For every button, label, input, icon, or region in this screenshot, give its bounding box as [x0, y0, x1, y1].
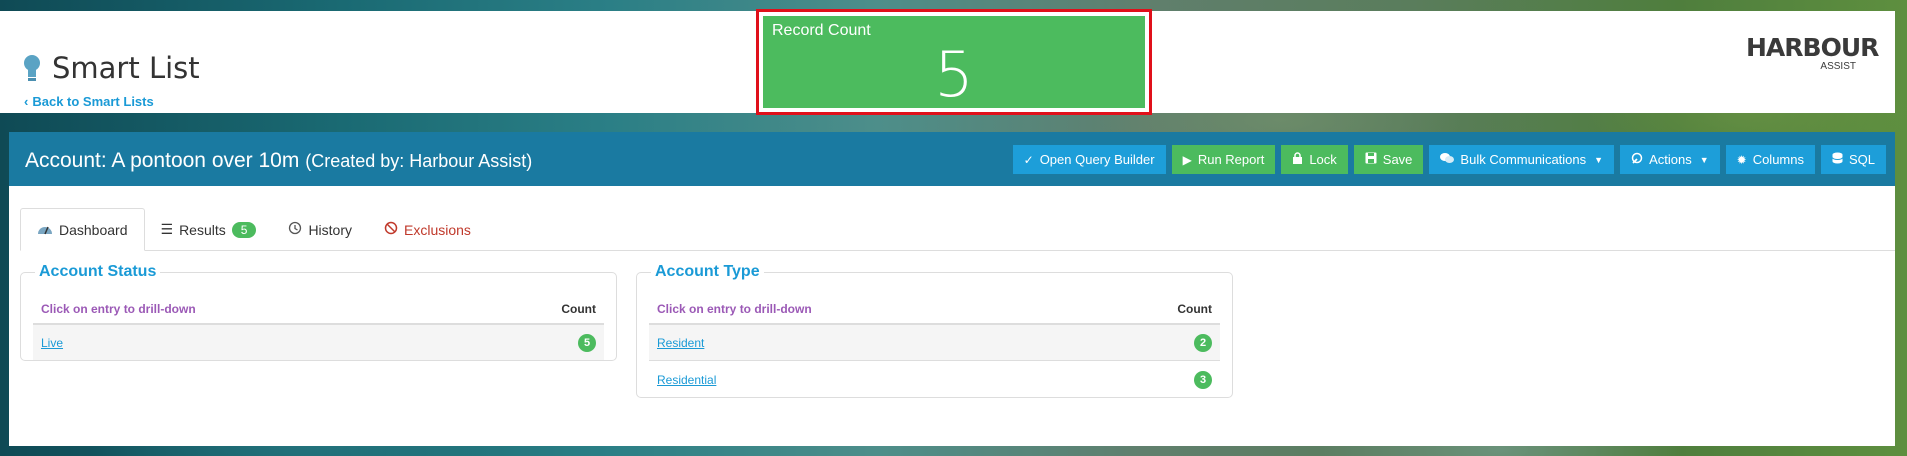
account-type-resident-link[interactable]: Resident	[657, 336, 704, 350]
harbour-assist-logo: HARBOUR ASSIST	[1746, 33, 1879, 73]
lightbulb-icon	[22, 53, 42, 83]
save-label: Save	[1382, 152, 1413, 167]
lock-icon	[1292, 152, 1303, 167]
columns-button[interactable]: ✹ Columns	[1725, 145, 1815, 174]
smart-list-panel: Account: A pontoon over 10m (Created by:…	[9, 132, 1895, 446]
sql-button[interactable]: SQL	[1820, 145, 1886, 174]
table-row: Resident 2	[649, 325, 1220, 361]
check-icon: ✓	[1023, 152, 1034, 167]
sql-label: SQL	[1848, 152, 1875, 167]
account-status-title: Account Status	[35, 263, 161, 281]
page-title: Smart List	[52, 51, 200, 85]
record-count-box: Record Count 5	[756, 9, 1152, 115]
account-status-card: Account Status Click on entry to drill-d…	[20, 263, 617, 361]
tab-history-label: History	[308, 221, 352, 238]
toolbar: ✓ Open Query Builder ▶ Run Report Lock S…	[1012, 145, 1886, 174]
tab-exclusions[interactable]: Exclusions	[368, 208, 487, 251]
tab-dashboard-label: Dashboard	[59, 221, 128, 238]
gear-icon: ✹	[1736, 152, 1747, 167]
lock-label: Lock	[1309, 152, 1337, 167]
open-query-builder-label: Open Query Builder	[1039, 152, 1155, 167]
play-icon: ▶	[1182, 152, 1192, 167]
count-header: Count	[1177, 302, 1212, 316]
bulk-communications-button[interactable]: Bulk Communications ▼	[1429, 145, 1615, 174]
count-badge: 5	[578, 333, 596, 352]
count-badge: 2	[1194, 333, 1212, 352]
run-report-button[interactable]: ▶ Run Report	[1171, 145, 1276, 174]
actions-label: Actions	[1649, 152, 1692, 167]
list-icon: ☰	[160, 221, 174, 237]
history-icon	[288, 221, 302, 238]
panel-title: Account: A pontoon over 10m (Created by:…	[25, 149, 532, 173]
table-row: Live 5	[33, 325, 604, 361]
save-button[interactable]: Save	[1353, 145, 1424, 174]
count-header: Count	[561, 302, 596, 316]
account-status-live-link[interactable]: Live	[41, 336, 63, 350]
panel-title-created-by: (Created by: Harbour Assist)	[305, 151, 533, 171]
account-status-header-row: Click on entry to drill-down Count	[33, 295, 604, 325]
account-type-header-row: Click on entry to drill-down Count	[649, 295, 1220, 325]
count-badge: 3	[1194, 370, 1212, 389]
account-type-title: Account Type	[651, 263, 764, 281]
caret-down-icon: ▼	[1594, 154, 1604, 165]
bulk-communications-label: Bulk Communications	[1460, 152, 1587, 167]
logo-main: HARBOUR	[1746, 33, 1879, 62]
back-to-smart-lists-link[interactable]: ‹ Back to Smart Lists	[24, 94, 154, 109]
back-link-label: Back to Smart Lists	[32, 94, 154, 109]
tabs-divider	[20, 250, 1895, 251]
run-report-label: Run Report	[1197, 152, 1265, 167]
record-count-inner: Record Count 5	[763, 16, 1145, 111]
drill-down-hint: Click on entry to drill-down	[657, 302, 812, 316]
record-count-value: 5	[934, 38, 974, 111]
ban-icon	[384, 221, 398, 238]
drill-down-hint: Click on entry to drill-down	[41, 302, 196, 316]
tab-bar: Dashboard ☰ Results 5 History Exclusions	[20, 208, 487, 251]
dashboard-icon	[37, 222, 53, 238]
account-type-residential-link[interactable]: Residential	[657, 373, 716, 387]
actions-button[interactable]: Actions ▼	[1620, 145, 1720, 174]
tab-results[interactable]: ☰ Results 5	[145, 208, 273, 251]
panel-header: Account: A pontoon over 10m (Created by:…	[9, 132, 1895, 186]
panel-title-main: Account: A pontoon over 10m	[25, 149, 300, 172]
wrench-icon	[1631, 152, 1643, 167]
database-icon	[1831, 152, 1843, 167]
open-query-builder-button[interactable]: ✓ Open Query Builder	[1012, 145, 1166, 174]
table-row: Residential 3	[649, 362, 1220, 398]
tab-history[interactable]: History	[272, 208, 368, 251]
tab-dashboard[interactable]: Dashboard	[20, 208, 145, 251]
title-wrap: Smart List	[22, 51, 200, 85]
results-count-badge: 5	[231, 221, 257, 238]
tab-exclusions-label: Exclusions	[404, 221, 471, 238]
account-type-card: Account Type Click on entry to drill-dow…	[636, 263, 1233, 398]
caret-down-icon: ▼	[1699, 154, 1709, 165]
chevron-left-icon: ‹	[24, 94, 29, 109]
columns-label: Columns	[1752, 152, 1804, 167]
lock-button[interactable]: Lock	[1281, 145, 1348, 174]
tab-results-label: Results	[179, 221, 226, 238]
save-icon	[1365, 152, 1377, 167]
chat-icon	[1440, 152, 1455, 167]
logo-sub: ASSIST	[1820, 61, 1856, 72]
